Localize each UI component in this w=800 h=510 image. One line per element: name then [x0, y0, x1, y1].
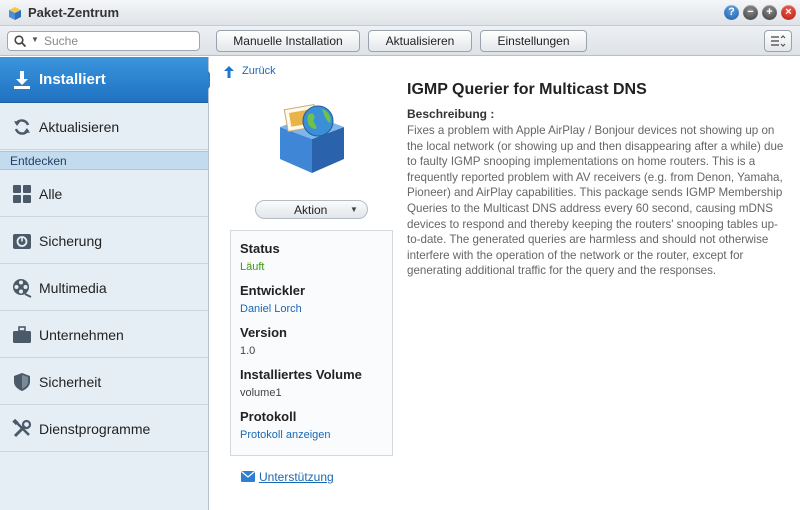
sidebar-item-label: Multimedia — [39, 280, 107, 296]
sort-list-button[interactable] — [764, 30, 792, 52]
maximize-button[interactable]: + — [762, 5, 777, 20]
settings-button[interactable]: Einstellungen — [480, 30, 587, 52]
backup-icon — [13, 234, 31, 249]
developer-label: Entwickler — [240, 283, 306, 298]
version-label: Version — [240, 325, 287, 340]
grid-icon — [13, 185, 31, 203]
sidebar-item-business[interactable]: Unternehmen — [0, 312, 208, 358]
action-label: Aktion — [294, 203, 328, 217]
sidebar-item-label: Sicherung — [39, 233, 103, 249]
installed-volume-value: volume1 — [240, 387, 282, 399]
download-icon — [14, 71, 30, 89]
film-reel-icon — [13, 279, 32, 298]
back-link[interactable]: Zurück — [242, 65, 276, 77]
search-icon[interactable] — [14, 35, 27, 48]
toolbar: ▼ Manuelle Installation Aktualisieren Ei… — [0, 26, 800, 56]
sidebar-item-installed[interactable]: Installiert — [0, 57, 216, 103]
sidebar-item-backup[interactable]: Sicherung — [0, 218, 208, 264]
help-button[interactable]: ? — [724, 5, 739, 20]
search-options-chevron-icon[interactable]: ▼ — [31, 35, 39, 44]
close-button[interactable]: × — [781, 5, 796, 20]
sidebar-item-update[interactable]: Aktualisieren — [0, 104, 208, 150]
sidebar-item-label: Alle — [39, 186, 63, 202]
sidebar-item-label: Sicherheit — [39, 374, 102, 390]
minimize-button[interactable]: − — [743, 5, 758, 20]
update-button[interactable]: Aktualisieren — [368, 30, 472, 52]
shield-icon — [14, 373, 30, 391]
action-dropdown-button[interactable]: Aktion ▼ — [255, 200, 368, 219]
sidebar-item-utilities[interactable]: Dienstprogramme — [0, 406, 208, 452]
section-header-label: Entdecken — [10, 154, 67, 168]
sidebar-item-label: Unternehmen — [39, 327, 124, 343]
chevron-down-icon: ▼ — [350, 205, 358, 214]
package-info-box: Status Läuft Entwickler Daniel Lorch Ver… — [230, 230, 393, 456]
back-arrow-icon[interactable] — [222, 65, 236, 79]
status-value: Läuft — [240, 261, 265, 273]
sidebar-item-label: Dienstprogramme — [39, 421, 151, 437]
sidebar-item-label: Installiert — [39, 71, 106, 88]
sidebar-item-multimedia[interactable]: Multimedia — [0, 265, 208, 311]
status-label: Status — [240, 241, 280, 256]
mail-icon — [241, 471, 255, 482]
search-box[interactable]: ▼ — [7, 31, 200, 51]
refresh-icon — [14, 119, 30, 135]
version-value: 1.0 — [240, 345, 256, 357]
description-heading: Beschreibung : — [407, 107, 495, 121]
package-title: IGMP Querier for Multicast DNS — [407, 81, 647, 98]
package-detail-panel: Zurück Aktion ▼ Status Läuft Entwickler … — [210, 57, 800, 510]
description-text: Fixes a problem with Apple AirPlay / Bon… — [407, 124, 784, 278]
window-title: Paket-Zentrum — [28, 5, 120, 20]
manual-install-button[interactable]: Manuelle Installation — [216, 30, 360, 52]
developer-link[interactable]: Daniel Lorch — [240, 303, 302, 315]
log-label: Protokoll — [240, 409, 297, 424]
briefcase-icon — [13, 326, 31, 343]
tools-icon — [12, 419, 32, 438]
sidebar-item-all[interactable]: Alle — [0, 171, 208, 217]
installed-volume-label: Installiertes Volume — [240, 367, 362, 382]
support-link[interactable]: Unterstützung — [259, 470, 334, 484]
section-header-discover: Entdecken — [0, 151, 208, 170]
title-bar: Paket-Zentrum ? − + × — [0, 0, 800, 26]
sort-list-icon — [771, 35, 786, 47]
package-icon — [280, 103, 344, 173]
view-log-link[interactable]: Protokoll anzeigen — [240, 429, 331, 441]
sidebar: Installiert Aktualisieren Entdecken Alle… — [0, 57, 216, 510]
search-input[interactable] — [44, 33, 194, 49]
sidebar-item-label: Aktualisieren — [39, 119, 120, 135]
sidebar-item-security[interactable]: Sicherheit — [0, 359, 208, 405]
app-logo-icon — [9, 7, 21, 20]
